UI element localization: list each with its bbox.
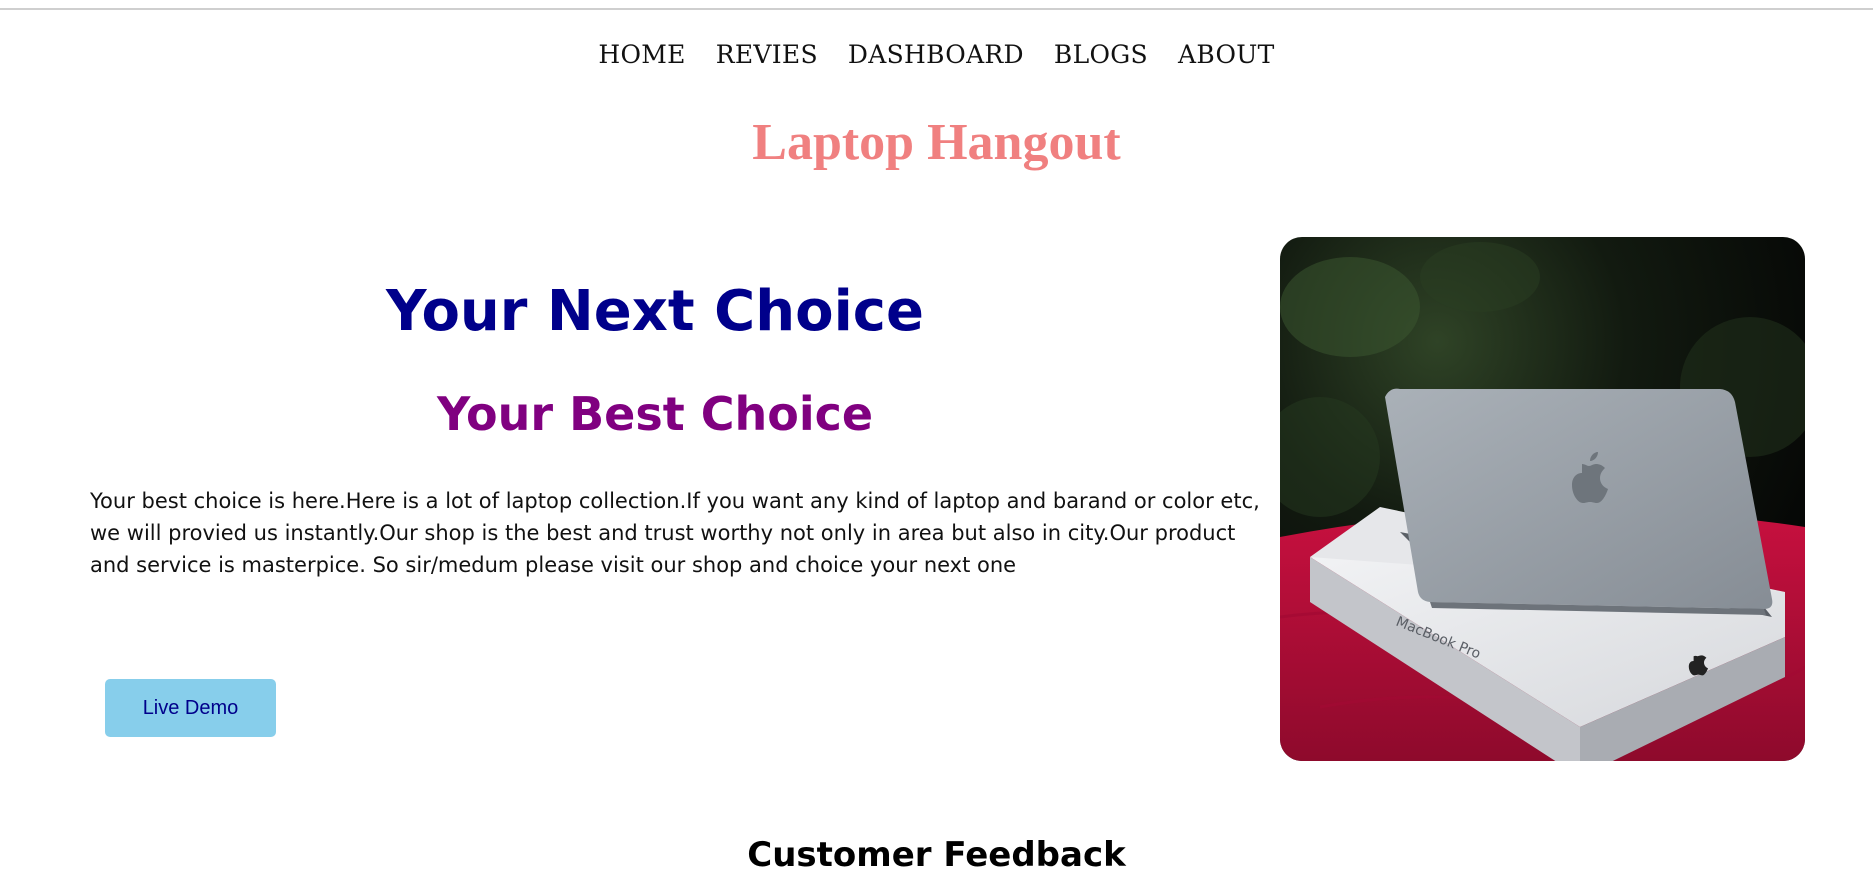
nav-reviews-link[interactable]: REVIES [716,40,818,69]
nav-home-link[interactable]: HOME [598,40,685,69]
top-divider [0,8,1873,10]
brand-title: Laptop Hangout [752,114,1121,171]
hero-text: Your Next Choice Your Best Choice Your b… [90,279,1280,581]
main-nav: HOME REVIES DASHBOARD BLOGS ABOUT [0,40,1873,69]
nav-about-link[interactable]: ABOUT [1178,40,1275,69]
laptop-photo-illustration: MacBook Pro [1280,237,1805,761]
laptop-hero-image: MacBook Pro [1280,237,1805,761]
live-demo-button[interactable]: Live Demo [105,679,276,737]
hero-description: Your best choice is here.Here is a lot o… [90,489,1260,578]
nav-blogs-link[interactable]: BLOGS [1054,40,1148,69]
nav-dashboard-link[interactable]: DASHBOARD [848,40,1024,69]
hero-heading: Your Next Choice [386,279,924,344]
customer-feedback-heading: Customer Feedback [747,835,1126,875]
hero-subheading: Your Best Choice [436,387,874,442]
